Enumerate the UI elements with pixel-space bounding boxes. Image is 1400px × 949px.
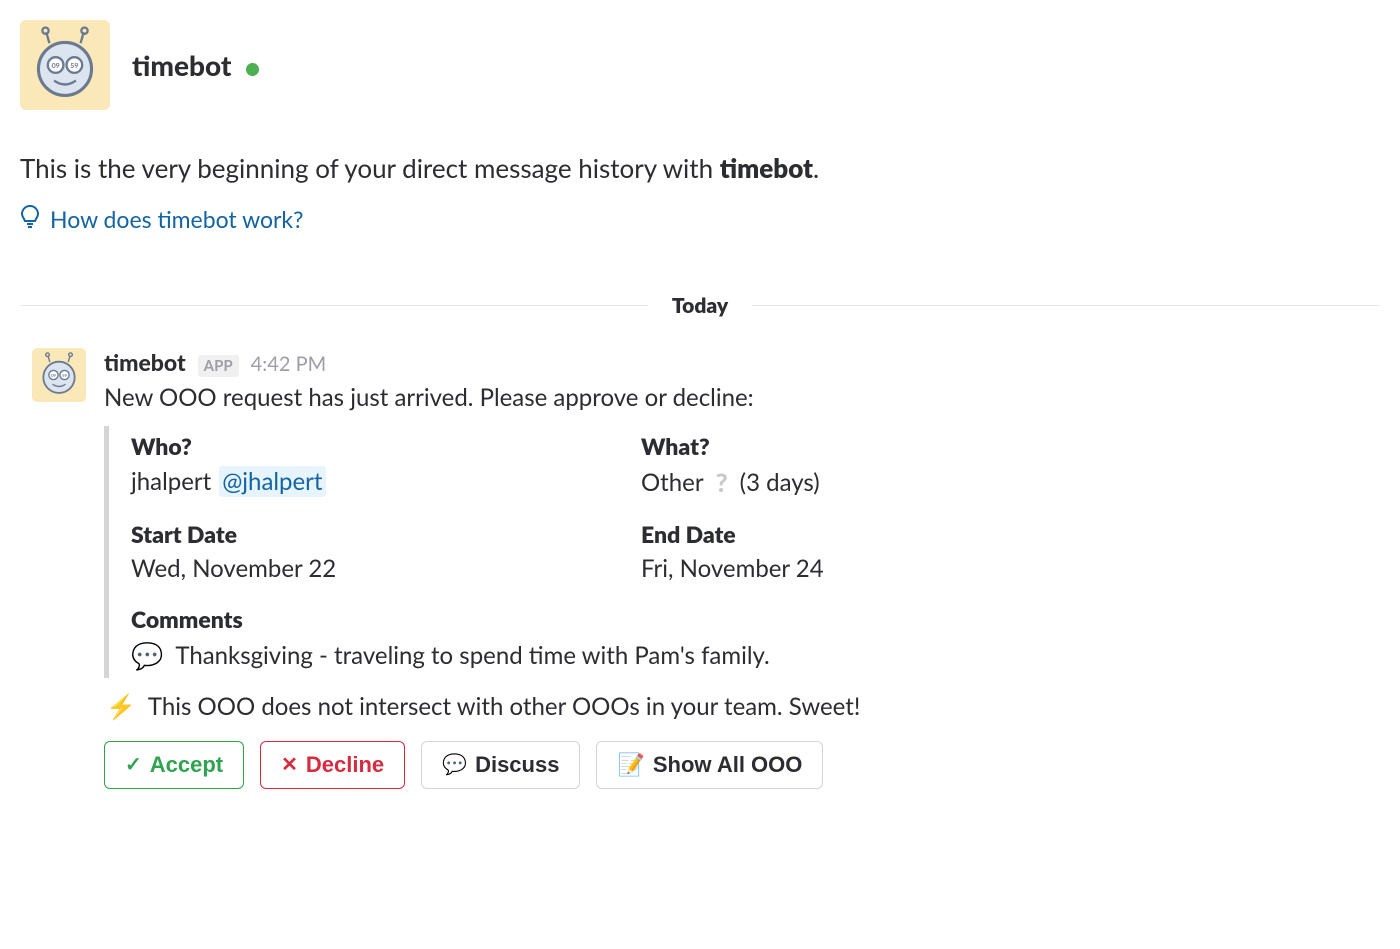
channel-header: 09 59 timebot (20, 20, 1380, 110)
field-who-name: jhalpert (131, 467, 211, 496)
day-divider-label: Today (648, 293, 752, 318)
intro-prefix: This is the very beginning of your direc… (20, 152, 720, 184)
svg-text:59: 59 (70, 62, 78, 70)
app-badge: APP (198, 355, 239, 377)
action-buttons: ✓ Accept ✕ Decline 💬 Discuss 📝 Show All … (104, 741, 1380, 789)
memo-icon: 📝 (617, 754, 644, 776)
lightbulb-icon (20, 204, 40, 233)
message-attachment: Who? jhalpert @jhalpert What? Other ? (3… (104, 426, 1380, 678)
field-who-title: Who? (131, 432, 631, 460)
x-icon: ✕ (281, 755, 298, 775)
accept-button[interactable]: ✓ Accept (104, 741, 244, 789)
field-comments: Comments 💬 Thanksgiving - traveling to s… (131, 605, 1380, 672)
field-start-date: Start Date Wed, November 22 (131, 520, 631, 583)
message: 09 59 timebot APP 4:42 PM New OOO reques… (20, 348, 1380, 789)
help-link-text: How does timebot work? (50, 205, 303, 233)
message-sender[interactable]: timebot (104, 348, 186, 376)
bot-avatar-small: 09 59 (32, 348, 86, 402)
divider-line (20, 305, 648, 306)
speech-bubble-icon: 💬 (131, 639, 163, 672)
zap-icon: ⚡ (106, 692, 136, 721)
speech-bubble-icon: 💬 (442, 755, 467, 775)
decline-button-label: Decline (306, 752, 384, 778)
robot-icon: 09 59 (36, 352, 82, 398)
discuss-button[interactable]: 💬 Discuss (421, 741, 580, 789)
decline-button[interactable]: ✕ Decline (260, 741, 405, 789)
message-text: New OOO request has just arrived. Please… (104, 381, 1380, 416)
question-mark-icon: ? (712, 466, 732, 498)
field-what-title: What? (641, 432, 1380, 460)
field-end-value: Fri, November 24 (641, 554, 1380, 583)
message-timestamp: 4:42 PM (251, 352, 327, 376)
check-icon: ✓ (125, 755, 142, 775)
help-link[interactable]: How does timebot work? (20, 204, 303, 233)
day-divider: Today (20, 293, 1380, 318)
show-all-ooo-button[interactable]: 📝 Show All OOO (596, 741, 823, 789)
field-what-type: Other (641, 468, 704, 497)
field-end-title: End Date (641, 520, 1380, 548)
accept-button-label: Accept (150, 752, 223, 778)
field-end-date: End Date Fri, November 24 (641, 520, 1380, 583)
svg-text:09: 09 (51, 373, 56, 378)
field-what: What? Other ? (3 days) (641, 432, 1380, 498)
field-who: Who? jhalpert @jhalpert (131, 432, 631, 498)
message-header: timebot APP 4:42 PM (104, 348, 1380, 377)
dm-intro-text: This is the very beginning of your direc… (20, 150, 1380, 186)
field-what-duration: (3 days) (740, 468, 820, 497)
field-comments-text: Thanksgiving - traveling to spend time w… (175, 641, 769, 670)
svg-text:59: 59 (62, 373, 67, 378)
bot-avatar-large: 09 59 (20, 20, 110, 110)
divider-line (752, 305, 1380, 306)
attachment-footer: ⚡ This OOO does not intersect with other… (104, 692, 1380, 721)
presence-indicator (246, 63, 259, 76)
field-start-title: Start Date (131, 520, 631, 548)
intro-suffix: . (813, 152, 819, 184)
robot-icon: 09 59 (26, 26, 104, 104)
intro-bot-name: timebot (720, 152, 813, 184)
discuss-button-label: Discuss (475, 752, 559, 778)
show-all-ooo-label: Show All OOO (653, 752, 803, 778)
channel-name: timebot (132, 48, 231, 82)
field-comments-title: Comments (131, 605, 1380, 633)
attachment-footer-text: This OOO does not intersect with other O… (148, 692, 860, 721)
field-start-value: Wed, November 22 (131, 554, 631, 583)
svg-text:09: 09 (52, 62, 60, 70)
user-mention[interactable]: @jhalpert (219, 466, 325, 497)
